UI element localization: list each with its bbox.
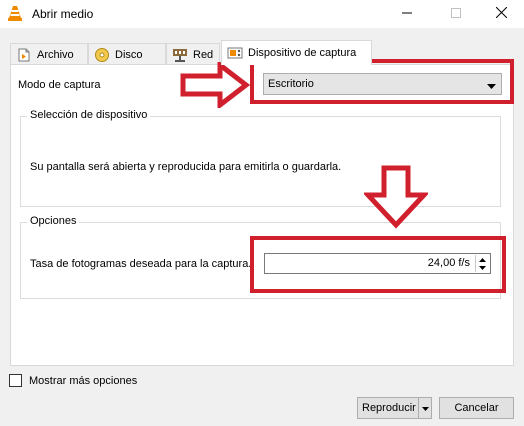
cancel-button-label: Cancelar	[454, 402, 499, 414]
play-button-label: Reproducir	[362, 402, 416, 414]
minimize-button[interactable]	[384, 0, 430, 28]
device-selection-title: Selección de dispositivo	[27, 109, 151, 121]
device-description: Su pantalla será abierta y reproducida p…	[30, 161, 342, 173]
more-options-label: Mostrar más opciones	[29, 374, 138, 387]
play-dropdown-button[interactable]	[418, 398, 431, 418]
close-icon	[495, 6, 507, 21]
close-button[interactable]	[478, 0, 524, 28]
play-button[interactable]: Reproducir	[357, 397, 432, 419]
tab-archivo[interactable]: Archivo	[10, 43, 88, 65]
capture-device-icon	[227, 45, 243, 61]
annotation-highlight-capture-mode	[250, 59, 514, 104]
capture-mode-label: Modo de captura	[18, 79, 101, 91]
annotation-arrow-right-icon	[180, 59, 251, 111]
tab-label: Red	[193, 48, 214, 61]
options-title: Opciones	[27, 215, 80, 227]
maximize-button[interactable]	[433, 0, 479, 28]
window-title: Abrir medio	[32, 7, 94, 21]
network-icon	[172, 47, 188, 63]
cancel-button[interactable]: Cancelar	[439, 397, 514, 419]
annotation-arrow-down-icon	[362, 165, 430, 232]
maximize-icon	[451, 7, 461, 21]
disc-icon	[94, 47, 110, 63]
minimize-icon	[402, 8, 412, 21]
tab-label: Archivo	[37, 48, 74, 61]
tab-label: Dispositivo de captura	[248, 47, 357, 59]
more-options-checkbox[interactable]	[9, 374, 22, 387]
tab-disco[interactable]: Disco	[88, 43, 166, 65]
chevron-down-icon	[421, 402, 429, 414]
annotation-highlight-frame-rate	[250, 236, 506, 293]
frame-rate-label: Tasa de fotogramas deseada para la captu…	[30, 258, 252, 270]
vlc-cone-icon	[7, 5, 23, 22]
file-icon	[16, 47, 32, 63]
title-bar: Abrir medio	[0, 0, 524, 28]
tab-label: Disco	[115, 48, 143, 61]
tab-dispositivo-de-captura[interactable]: Dispositivo de captura	[221, 40, 372, 65]
more-options-toggle[interactable]: Mostrar más opciones	[9, 374, 137, 387]
